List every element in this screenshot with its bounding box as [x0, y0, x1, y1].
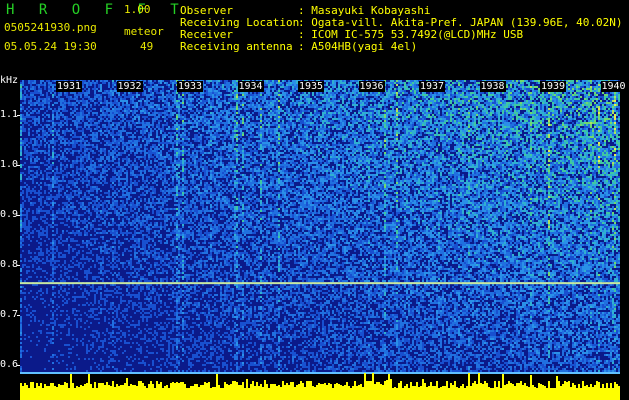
info-location: Receiving Location: Ogata-vill. Akita-Pr… [180, 17, 623, 28]
file-name: 0505241930.png [4, 22, 97, 33]
signal-level-bars [20, 372, 620, 400]
info-observer: Observer: Masayuki Kobayashi [180, 5, 430, 16]
info-value: : A504HB(yagi 4el) [298, 40, 417, 53]
minute-label: 1933 [177, 81, 204, 92]
minute-label: 1936 [358, 81, 385, 92]
meteor-count: 49 [140, 41, 153, 52]
y-tick-label: 1.1 [0, 109, 18, 120]
minute-label: 1938 [479, 81, 506, 92]
y-tick-label: 0.9 [0, 209, 18, 220]
minute-label: 1931 [56, 81, 83, 92]
noise-texture [20, 80, 620, 372]
info-key: Receiving antenna [180, 41, 298, 52]
minute-label: 1932 [116, 81, 143, 92]
minute-label: 1940 [600, 81, 627, 92]
y-tick-label: 0.7 [0, 309, 18, 320]
info-key: Observer [180, 5, 298, 16]
minute-label: 1939 [540, 81, 567, 92]
info-receiver: Receiver: ICOM IC-575 53.7492(@LCD)MHz U… [180, 29, 523, 40]
info-key: Receiver [180, 29, 298, 40]
app-version: 1.00 [124, 4, 151, 15]
spectrogram-canvas [20, 80, 620, 372]
y-tick-label: 0.6 [0, 359, 18, 370]
info-key: Receiving Location [180, 17, 299, 28]
timestamp: 05.05.24 19:30 [4, 41, 97, 52]
info-antenna: Receiving antenna: A504HB(yagi 4el) [180, 41, 417, 52]
y-tick-label: 0.8 [0, 259, 18, 270]
app-brand: H R O F F T [6, 3, 187, 17]
frequency-unit-label: kHz [0, 75, 18, 86]
minute-label: 1935 [298, 81, 325, 92]
minute-label: 1937 [419, 81, 446, 92]
spectrogram [20, 80, 620, 372]
meteor-label: meteor [124, 26, 164, 37]
minute-label: 1934 [237, 81, 264, 92]
y-tick-label: 1.0 [0, 159, 18, 170]
carrier-line [20, 282, 620, 285]
